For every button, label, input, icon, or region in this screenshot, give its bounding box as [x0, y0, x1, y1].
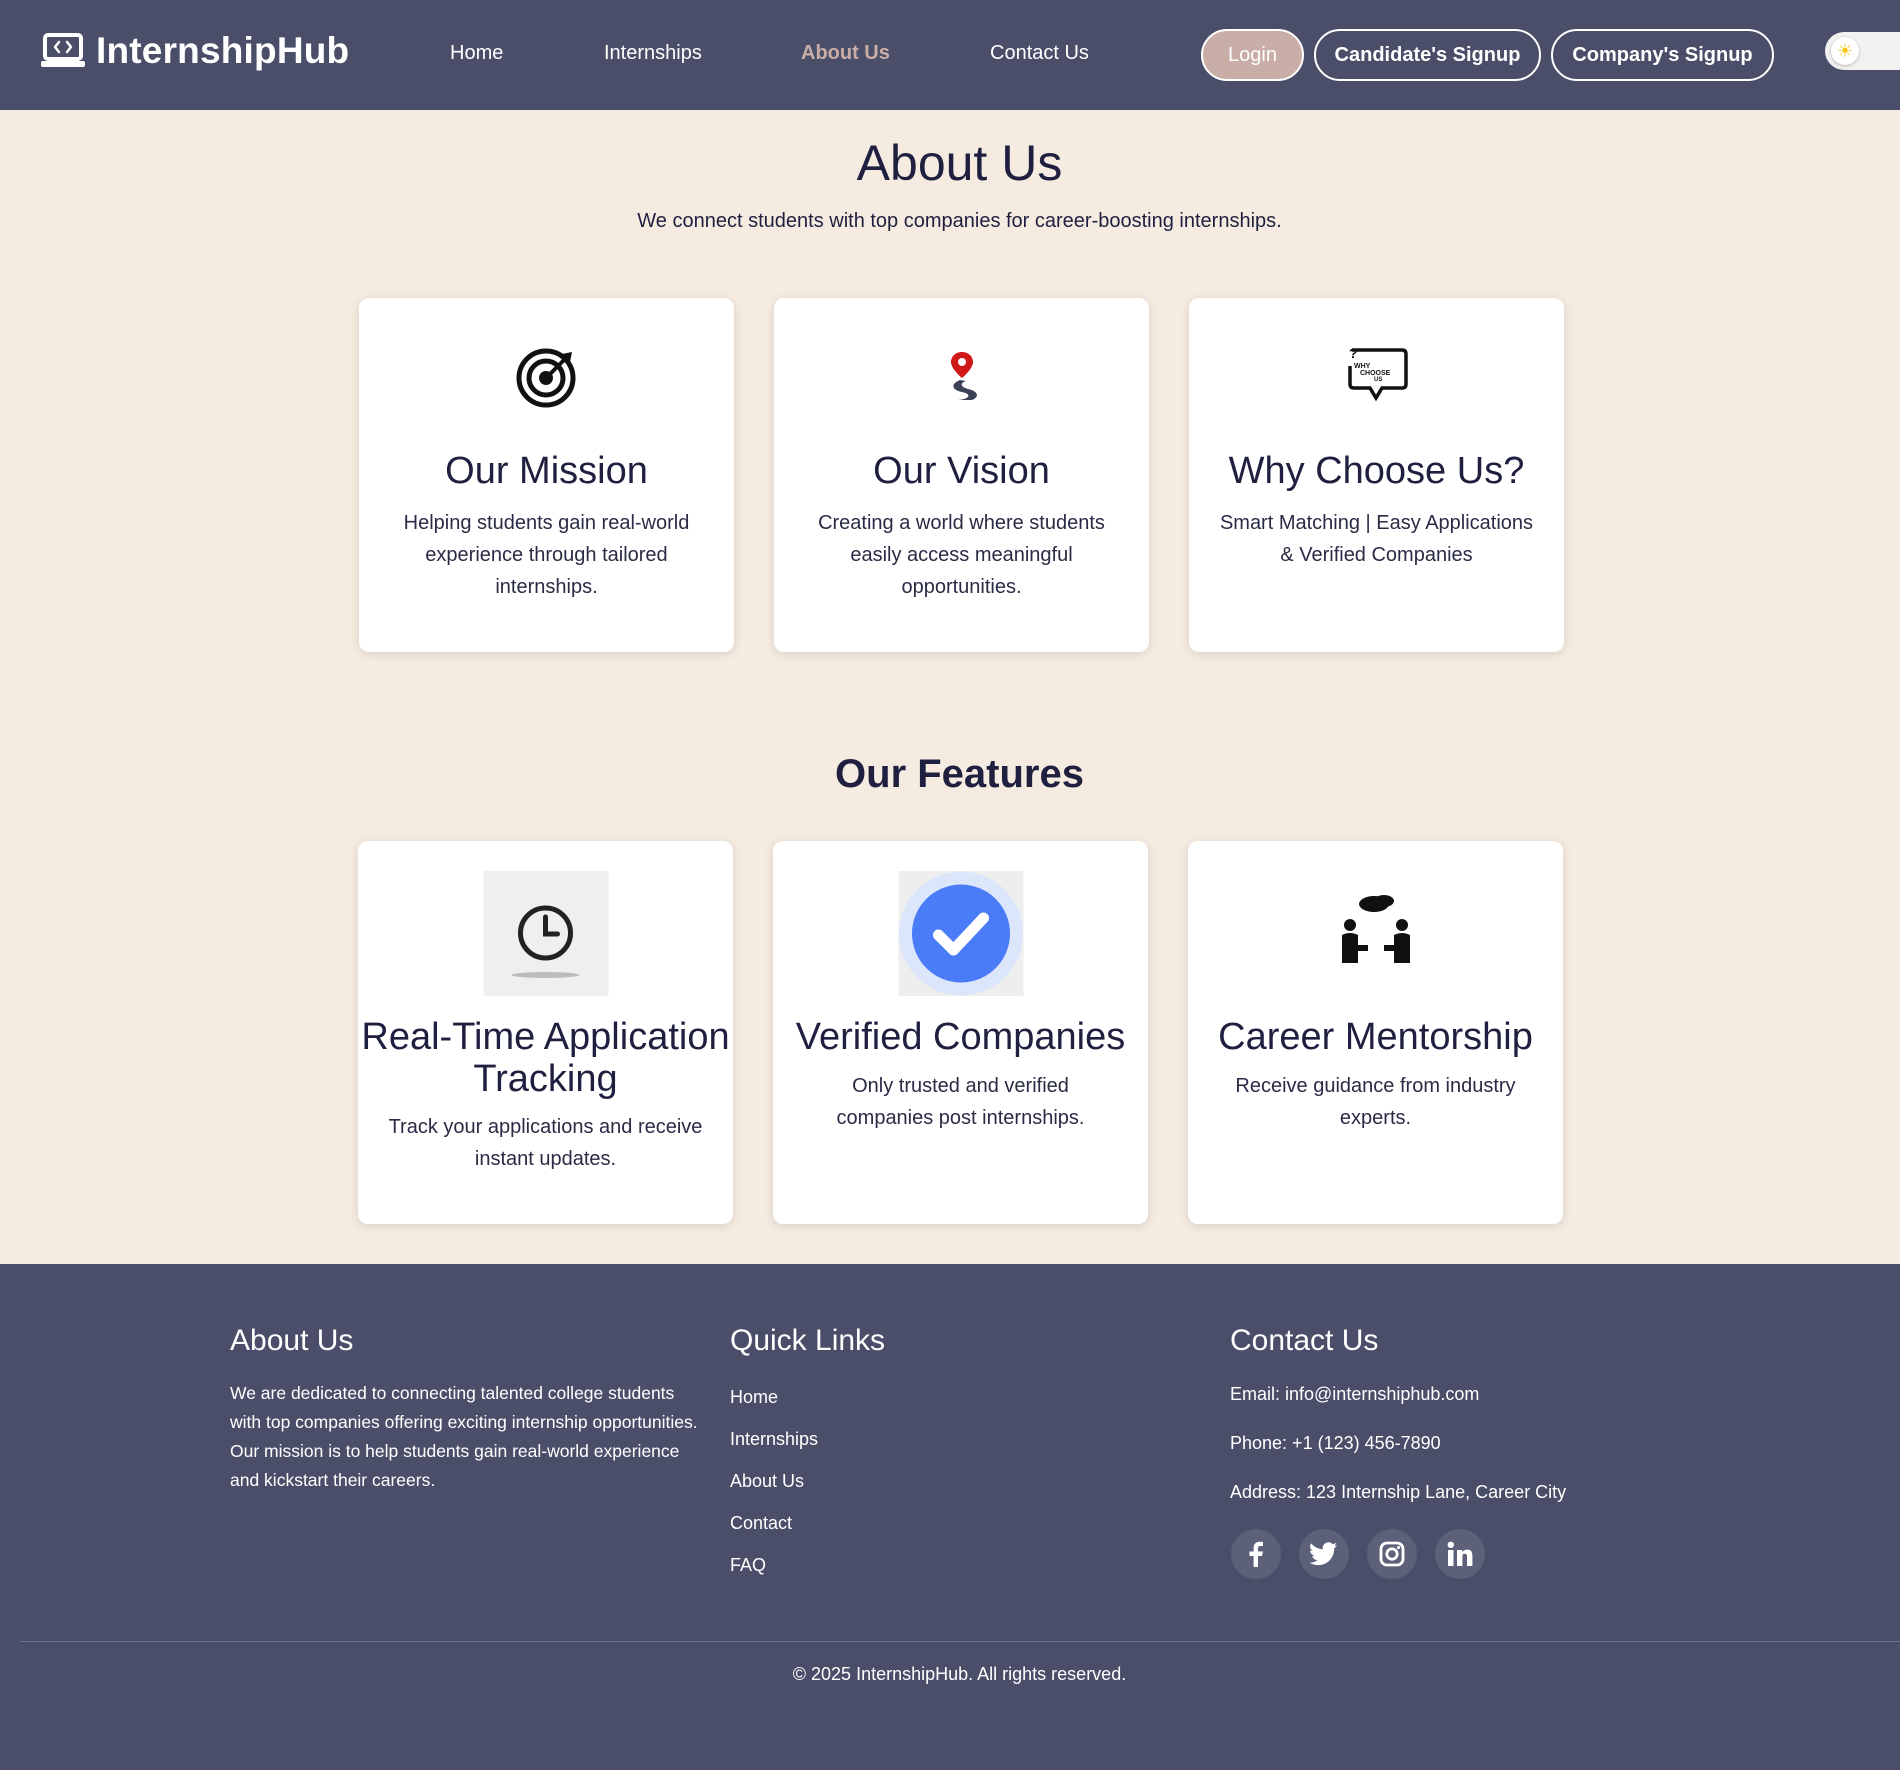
why-choose-us-icon: ? WHY CHOOSE US: [1347, 345, 1408, 402]
nav-link-internships[interactable]: Internships: [604, 42, 702, 65]
sun-icon: ☀: [1831, 37, 1859, 65]
why-choose-text: Smart Matching | Easy Applications & Ver…: [1219, 512, 1534, 566]
feature-card-verified: Verified Companies Only trusted and veri…: [773, 841, 1148, 1224]
candidate-signup-button[interactable]: Candidate's Signup: [1314, 29, 1541, 81]
feature-mentorship-title: Career Mentorship: [1218, 1016, 1533, 1058]
company-signup-button[interactable]: Company's Signup: [1551, 29, 1774, 81]
footer-contact-heading: Contact Us: [1230, 1324, 1379, 1357]
footer-link-faq[interactable]: FAQ: [730, 1555, 766, 1576]
footer-email: Email: info@internshiphub.com: [1230, 1384, 1480, 1404]
copyright: © 2025 InternshipHub. All rights reserve…: [792, 1664, 1127, 1684]
brand-name: InternshipHub: [96, 30, 350, 71]
vision-text: Creating a world where students easily a…: [818, 512, 1105, 598]
linkedin-icon[interactable]: [1435, 1529, 1485, 1579]
feature-mentorship-text: Receive guidance from industry experts.: [1235, 1075, 1516, 1129]
instagram-icon[interactable]: [1367, 1529, 1417, 1579]
footer-link-internships[interactable]: Internships: [730, 1429, 818, 1450]
mission-title: Our Mission: [445, 450, 648, 492]
footer-link-contact[interactable]: Contact: [730, 1513, 792, 1534]
map-pin-road-icon: [950, 352, 977, 400]
nav-link-home[interactable]: Home: [450, 42, 503, 65]
svg-text:WHY: WHY: [1354, 363, 1371, 370]
feature-verified-text: Only trusted and verified companies post…: [836, 1075, 1085, 1129]
brand-logo[interactable]: InternshipHub: [40, 30, 349, 72]
page-subtitle: We connect students with top companies f…: [637, 210, 1282, 232]
footer-link-home[interactable]: Home: [730, 1387, 778, 1408]
target-icon: [516, 348, 575, 408]
feature-tracking-text: Track your applications and receive inst…: [388, 1116, 703, 1170]
twitter-icon[interactable]: [1299, 1529, 1349, 1579]
svg-text:US: US: [1374, 377, 1382, 383]
mission-text: Helping students gain real-world experie…: [403, 512, 690, 598]
svg-text:CHOOSE: CHOOSE: [1360, 370, 1391, 377]
facebook-icon[interactable]: [1231, 1529, 1281, 1579]
feature-card-mentorship: Career Mentorship Receive guidance from …: [1188, 841, 1563, 1224]
svg-text:?: ?: [1349, 345, 1358, 361]
login-button[interactable]: Login: [1201, 29, 1304, 81]
feature-tracking-title: Real-Time Application Tracking: [361, 1016, 730, 1100]
theme-toggle[interactable]: ☀: [1825, 32, 1900, 70]
laptop-code-icon: [41, 33, 85, 67]
feature-card-tracking: Real-Time Application Tracking Track you…: [358, 841, 733, 1224]
clock-icon: [483, 871, 608, 996]
vision-title: Our Vision: [873, 450, 1050, 492]
footer: About Us We are dedicated to connecting …: [0, 1264, 1900, 1770]
footer-about-text: We are dedicated to connecting talented …: [230, 1383, 698, 1490]
footer-about-heading: About Us: [230, 1324, 354, 1357]
footer-phone: Phone: +1 (123) 456-7890: [1230, 1433, 1441, 1453]
why-choose-card: ? WHY CHOOSE US Why Choose Us? Smart Mat…: [1189, 298, 1564, 652]
mentorship-icon: [1341, 895, 1410, 963]
navbar: InternshipHub Home Internships About Us …: [0, 0, 1900, 110]
mission-card: Our Mission Helping students gain real-w…: [359, 298, 734, 652]
nav-link-about[interactable]: About Us: [801, 42, 890, 65]
vision-card: Our Vision Creating a world where studen…: [774, 298, 1149, 652]
features-title: Our Features: [835, 752, 1084, 796]
feature-verified-title: Verified Companies: [795, 1016, 1126, 1058]
footer-link-about[interactable]: About Us: [730, 1471, 804, 1492]
footer-divider: [20, 1641, 1900, 1642]
page-title: About Us: [856, 135, 1063, 191]
why-choose-title: Why Choose Us?: [1228, 450, 1525, 492]
verified-check-icon: [898, 871, 1023, 996]
nav-link-contact[interactable]: Contact Us: [990, 42, 1089, 65]
footer-links-heading: Quick Links: [730, 1324, 886, 1357]
footer-address: Address: 123 Internship Lane, Career Cit…: [1230, 1482, 1567, 1502]
